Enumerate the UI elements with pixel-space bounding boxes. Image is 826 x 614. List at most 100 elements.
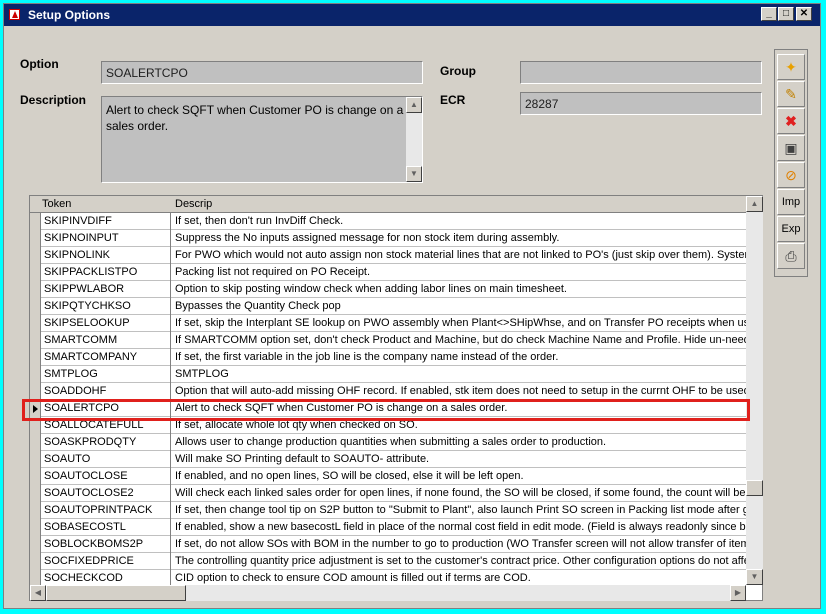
table-row[interactable]: SKIPINVDIFF If set, then don't run InvDif…	[30, 213, 746, 230]
row-indicator[interactable]	[30, 264, 41, 281]
token-cell[interactable]: SOCFIXEDPRICE	[42, 553, 171, 570]
table-row[interactable]: SKIPSELOOKUP If set, skip the Interplant …	[30, 315, 746, 332]
description-memo[interactable]: Alert to check SQFT when Customer PO is …	[101, 96, 423, 183]
token-cell[interactable]: SKIPPWLABOR	[42, 281, 171, 298]
row-indicator[interactable]	[30, 281, 41, 298]
token-cell[interactable]: SKIPSELOOKUP	[42, 315, 171, 332]
descrip-cell[interactable]: SMTPLOG	[172, 366, 746, 383]
table-row[interactable]: SOADDOHF Option that will auto-add missin…	[30, 383, 746, 400]
minimize-button[interactable]: _	[761, 7, 777, 21]
table-row[interactable]: SOAUTOCLOSE2 Will check each linked sales…	[30, 485, 746, 502]
row-indicator[interactable]	[30, 247, 41, 264]
table-row[interactable]: SOBASECOSTL If enabled, show a new baseco…	[30, 519, 746, 536]
scroll-down-icon[interactable]: ▼	[406, 166, 422, 182]
row-indicator[interactable]	[30, 536, 41, 553]
scroll-up-icon[interactable]: ▲	[406, 97, 422, 113]
token-cell[interactable]: SKIPPACKLISTPO	[42, 264, 171, 281]
token-cell[interactable]: SOBASECOSTL	[42, 519, 171, 536]
table-row[interactable]: SKIPQTYCHKSO Bypasses the Quantity Check …	[30, 298, 746, 315]
table-row[interactable]: SMARTCOMM If SMARTCOMM option set, don't …	[30, 332, 746, 349]
descrip-cell[interactable]: If set, do not allow SOs with BOM in the…	[172, 536, 746, 553]
row-indicator[interactable]	[30, 349, 41, 366]
row-indicator[interactable]	[30, 315, 41, 332]
descrip-cell[interactable]: Option to skip posting window check when…	[172, 281, 746, 298]
token-cell[interactable]: SMARTCOMPANY	[42, 349, 171, 366]
token-cell[interactable]: SKIPQTYCHKSO	[42, 298, 171, 315]
token-cell[interactable]: SMARTCOMM	[42, 332, 171, 349]
row-indicator[interactable]	[30, 298, 41, 315]
description-scrollbar[interactable]: ▲ ▼	[406, 97, 422, 182]
descrip-cell[interactable]: Allows user to change production quantit…	[172, 434, 746, 451]
print-icon[interactable]: ⎙	[777, 243, 805, 269]
row-indicator[interactable]	[30, 485, 41, 502]
table-row[interactable]: SOAUTOPRINTPACK If set, then change tool …	[30, 502, 746, 519]
table-row[interactable]: SKIPNOINPUT Suppress the No inputs assign…	[30, 230, 746, 247]
new-record-icon[interactable]: ✦	[777, 54, 805, 80]
row-indicator[interactable]	[30, 230, 41, 247]
import-button[interactable]: Imp	[777, 189, 805, 215]
table-row[interactable]: SOBLOCKBOMS2P If set, do not allow SOs wi…	[30, 536, 746, 553]
token-cell[interactable]: SOADDOHF	[42, 383, 171, 400]
ecr-field[interactable]: 28287	[520, 92, 762, 115]
title-bar[interactable]: Setup Options _ □ ✕	[4, 4, 820, 26]
row-indicator[interactable]	[30, 213, 41, 230]
save-icon[interactable]: ▣	[777, 135, 805, 161]
token-cell[interactable]: SOAUTOCLOSE	[42, 468, 171, 485]
table-row[interactable]: SOCFIXEDPRICE The controlling quantity pr…	[30, 553, 746, 570]
row-indicator[interactable]	[30, 502, 41, 519]
row-indicator[interactable]	[30, 468, 41, 485]
row-indicator[interactable]	[30, 553, 41, 570]
table-row[interactable]: SKIPPWLABOR Option to skip posting window…	[30, 281, 746, 298]
table-row[interactable]: SOASKPRODQTY Allows user to change produc…	[30, 434, 746, 451]
row-indicator[interactable]	[30, 383, 41, 400]
scroll-thumb[interactable]	[746, 480, 763, 496]
descrip-cell[interactable]: The controlling quantity price adjustmen…	[172, 553, 746, 570]
token-cell[interactable]: SKIPNOLINK	[42, 247, 171, 264]
descrip-cell[interactable]: For PWO which would not auto assign non …	[172, 247, 746, 264]
row-indicator[interactable]	[30, 332, 41, 349]
edit-icon[interactable]: ✎	[777, 81, 805, 107]
row-indicator[interactable]	[30, 451, 41, 468]
row-indicator[interactable]	[30, 366, 41, 383]
column-header-descrip[interactable]: Descrip	[175, 198, 212, 210]
descrip-cell[interactable]: If set, skip the Interplant SE lookup on…	[172, 315, 746, 332]
scroll-up-icon[interactable]: ▲	[746, 196, 763, 212]
table-row[interactable]: SOCHECKCOD CID option to check to ensure …	[30, 570, 746, 585]
row-indicator[interactable]	[30, 434, 41, 451]
maximize-button[interactable]: □	[778, 7, 794, 21]
descrip-cell[interactable]: If SMARTCOMM option set, don't check Pro…	[172, 332, 746, 349]
token-cell[interactable]: SKIPNOINPUT	[42, 230, 171, 247]
token-cell[interactable]: SOAUTO	[42, 451, 171, 468]
column-header-token[interactable]: Token	[42, 198, 71, 210]
descrip-cell[interactable]: Will make SO Printing default to SOAUTO-…	[172, 451, 746, 468]
token-cell[interactable]: SOCHECKCOD	[42, 570, 171, 585]
token-cell[interactable]: SOBLOCKBOMS2P	[42, 536, 171, 553]
grid-horizontal-scrollbar[interactable]: ◀ ▶	[30, 585, 746, 601]
table-row[interactable]: SMARTCOMPANY If set, the first variable i…	[30, 349, 746, 366]
close-button[interactable]: ✕	[796, 7, 812, 21]
scroll-left-icon[interactable]: ◀	[30, 585, 46, 601]
table-row[interactable]: SMTPLOG SMTPLOG	[30, 366, 746, 383]
grid-vertical-scrollbar[interactable]: ▲ ▼	[746, 196, 763, 585]
row-indicator[interactable]	[30, 570, 41, 585]
descrip-cell[interactable]: CID option to check to ensure COD amount…	[172, 570, 746, 585]
token-cell[interactable]: SMTPLOG	[42, 366, 171, 383]
descrip-cell[interactable]: Packing list not required on PO Receipt.	[172, 264, 746, 281]
export-button[interactable]: Exp	[777, 216, 805, 242]
descrip-cell[interactable]: Bypasses the Quantity Check pop	[172, 298, 746, 315]
token-cell[interactable]: SKIPINVDIFF	[42, 213, 171, 230]
token-cell[interactable]: SOAUTOCLOSE2	[42, 485, 171, 502]
group-field[interactable]	[520, 61, 762, 84]
descrip-cell[interactable]: If set, the first variable in the job li…	[172, 349, 746, 366]
descrip-cell[interactable]: If set, then don't run InvDiff Check.	[172, 213, 746, 230]
descrip-cell[interactable]: If enabled, show a new basecostL field i…	[172, 519, 746, 536]
table-row[interactable]: SKIPPACKLISTPO Packing list not required …	[30, 264, 746, 281]
row-indicator[interactable]	[30, 519, 41, 536]
descrip-cell[interactable]: If enabled, and no open lines, SO will b…	[172, 468, 746, 485]
table-row[interactable]: SOAUTO Will make SO Printing default to S…	[30, 451, 746, 468]
table-row[interactable]: SKIPNOLINK For PWO which would not auto a…	[30, 247, 746, 264]
token-cell[interactable]: SOASKPRODQTY	[42, 434, 171, 451]
descrip-cell[interactable]: Option that will auto-add missing OHF re…	[172, 383, 746, 400]
scroll-right-icon[interactable]: ▶	[730, 585, 746, 601]
descrip-cell[interactable]: Will check each linked sales order for o…	[172, 485, 746, 502]
